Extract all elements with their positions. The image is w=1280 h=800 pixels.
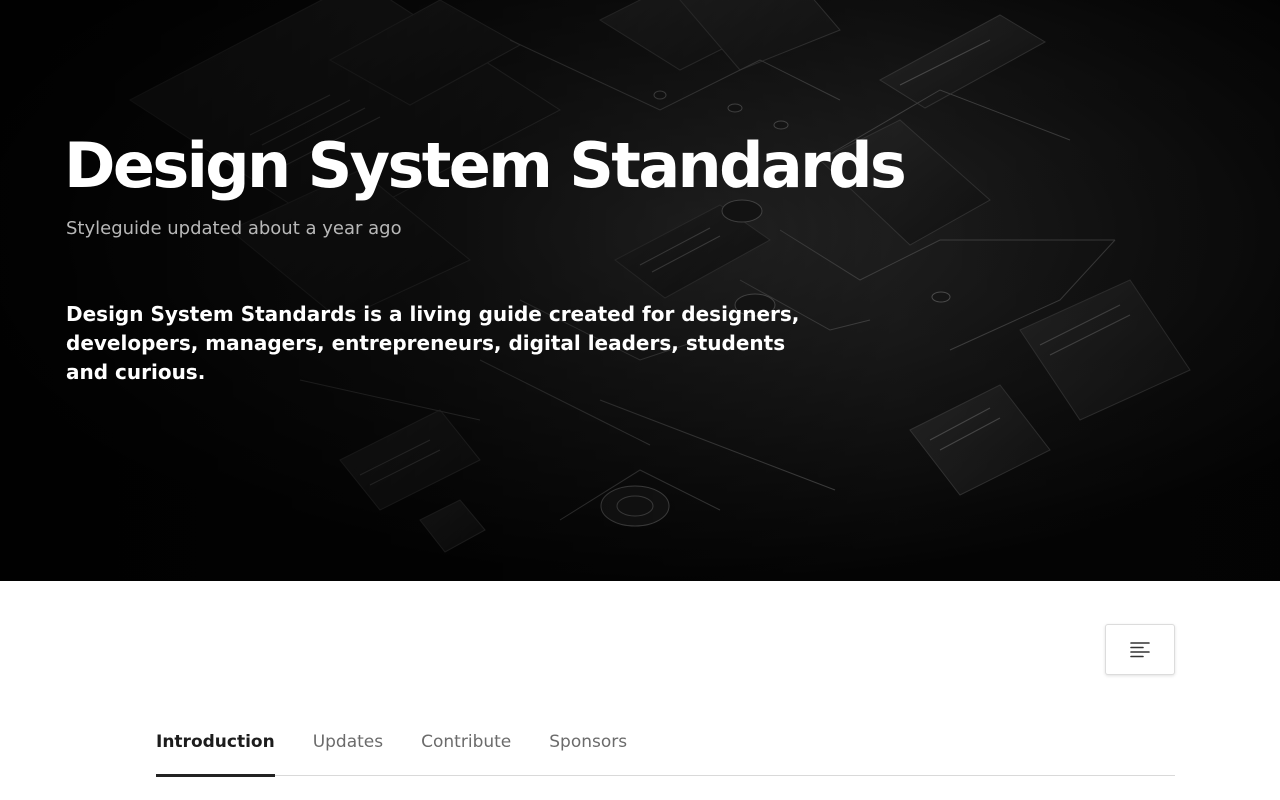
table-of-contents-icon [1130,641,1150,657]
intro-description: Design System Standards is a living guid… [66,302,800,384]
table-of-contents-button[interactable] [1105,624,1175,675]
hero-overlay [0,0,1280,581]
section-tabs: Introduction Updates Contribute Sponsors [156,722,1175,777]
tab-updates[interactable]: Updates [313,722,383,776]
page-title: Design System Standards [64,129,907,202]
hero-banner: Design System Standards Styleguide updat… [0,0,1280,581]
tab-introduction[interactable]: Introduction [156,722,275,777]
update-status: Styleguide updated about a year ago [66,218,402,239]
tab-contribute[interactable]: Contribute [421,722,511,776]
tab-sponsors[interactable]: Sponsors [549,722,627,776]
